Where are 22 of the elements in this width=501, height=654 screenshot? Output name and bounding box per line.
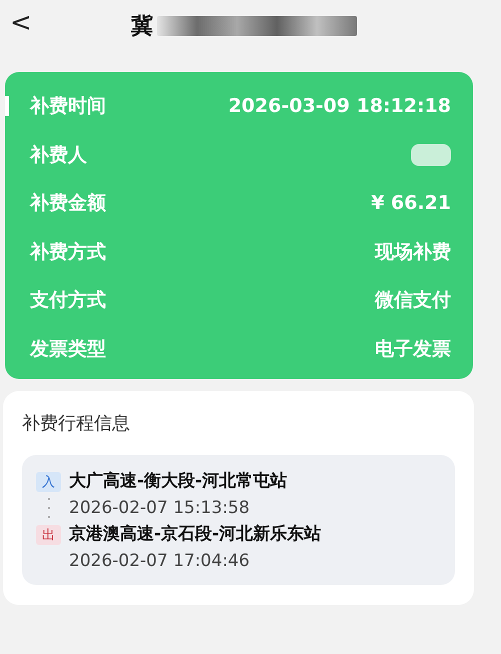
field-value: ¥ 66.21: [371, 192, 451, 214]
field-label: 补费金额: [30, 191, 106, 216]
field-value: 微信支付: [375, 288, 451, 314]
section-title: 补费行程信息: [22, 412, 131, 435]
station-name: 大广高速-衡大段-河北常屯站: [69, 470, 288, 492]
stop-time: 2026-02-07 17:04:46: [69, 551, 251, 571]
blurred-text: [411, 144, 451, 166]
station-tag: 出: [36, 525, 61, 545]
page-title: 冀: [131, 13, 153, 41]
station-tag: 入: [36, 472, 61, 492]
field-label: 发票类型: [30, 336, 106, 362]
dotted-line-icon: [48, 498, 50, 518]
field-label: 支付方式: [30, 288, 106, 314]
field-value: 现场补费: [375, 240, 451, 265]
field-label: 补费人: [30, 142, 87, 168]
field-value: 2026-03-09 18:12:18: [228, 95, 451, 118]
back-button[interactable]: <: [6, 8, 36, 38]
station-name: 京港澳高速-京石段-河北新乐东站: [69, 523, 322, 545]
stop-time: 2026-02-07 15:13:58: [69, 498, 251, 518]
field-label: 补费方式: [30, 240, 106, 265]
field-value: 电子发票: [375, 336, 451, 362]
field-label: 补费时间: [30, 94, 106, 120]
